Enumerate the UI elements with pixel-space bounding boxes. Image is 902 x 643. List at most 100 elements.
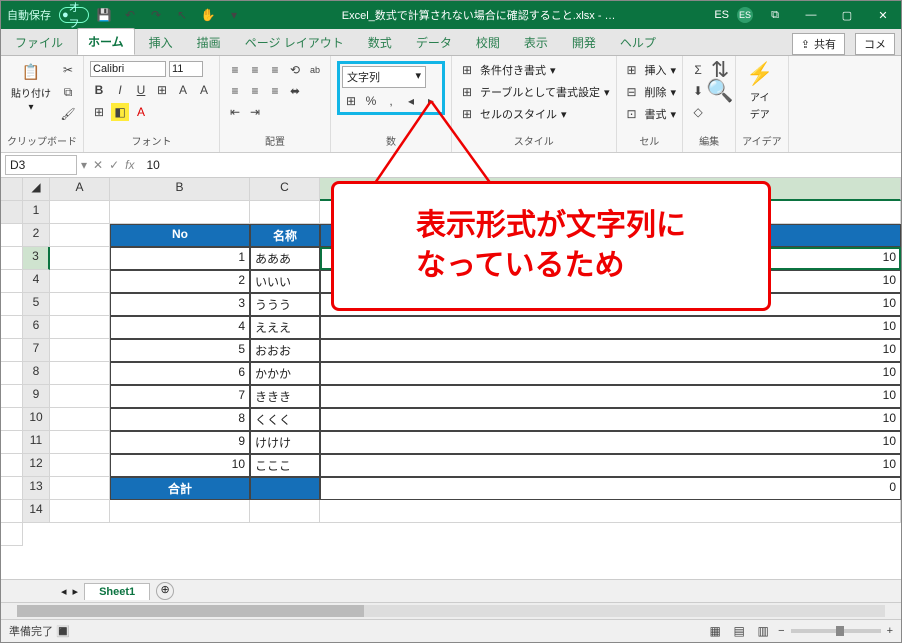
row-header-12[interactable]: 12 xyxy=(23,454,50,477)
cell-no-8[interactable]: 8 xyxy=(110,408,250,431)
user-avatar[interactable]: ES xyxy=(737,7,753,23)
view-normal-icon[interactable]: ▦ xyxy=(706,622,724,640)
cell-A9[interactable] xyxy=(50,385,110,408)
format-cells-button[interactable]: ⊡書式▾ xyxy=(623,105,677,123)
fx-icon[interactable]: fx xyxy=(125,158,134,172)
cell-qty-5[interactable]: 10 xyxy=(320,339,901,362)
cell-rest-3[interactable] xyxy=(1,270,23,293)
align-left-icon[interactable]: ≡ xyxy=(226,82,244,100)
orientation-icon[interactable]: ⟲ xyxy=(286,61,304,79)
cell-name-1[interactable]: あああ xyxy=(250,247,320,270)
formula-input[interactable]: 10 xyxy=(141,156,902,174)
bold-button[interactable]: B xyxy=(90,81,108,99)
close-button[interactable]: ✕ xyxy=(869,9,897,22)
row-header-13[interactable]: 13 xyxy=(23,477,50,500)
cell-A7[interactable] xyxy=(50,339,110,362)
cell-rest-9[interactable] xyxy=(1,408,23,431)
comment-button[interactable]: コメ xyxy=(855,33,895,55)
column-header-A[interactable]: A xyxy=(50,178,110,201)
row-header-3[interactable]: 3 xyxy=(23,247,50,270)
paste-dropdown-icon[interactable]: ▾ xyxy=(28,102,33,113)
conditional-format-button[interactable]: ⊞条件付き書式▾ xyxy=(458,61,556,79)
add-sheet-button[interactable]: ⊕ xyxy=(156,582,174,600)
row-header-5[interactable]: 5 xyxy=(23,293,50,316)
cell-name-4[interactable]: えええ xyxy=(250,316,320,339)
sheet-nav-first-icon[interactable]: ◂ xyxy=(61,585,67,598)
tab-data[interactable]: データ xyxy=(406,30,462,55)
cell-rest-5[interactable] xyxy=(1,316,23,339)
sheet-tab-active[interactable]: Sheet1 xyxy=(84,583,150,600)
row-header-1[interactable]: 1 xyxy=(23,201,50,224)
cell-B14[interactable] xyxy=(110,500,250,523)
cell-name-3[interactable]: ううう xyxy=(250,293,320,316)
align-top-icon[interactable]: ≡ xyxy=(226,61,244,79)
format-painter-icon[interactable]: 🖌 xyxy=(59,105,77,123)
cell-rest-2[interactable] xyxy=(1,247,23,270)
zoom-slider[interactable] xyxy=(791,629,881,633)
insert-cells-button[interactable]: ⊞挿入▾ xyxy=(623,61,677,79)
record-macro-icon[interactable]: 🔳 xyxy=(56,626,70,638)
ideas-button[interactable]: ⚡ アイ デア xyxy=(742,61,777,121)
cell-rest-8[interactable] xyxy=(1,385,23,408)
cell-C14[interactable] xyxy=(250,500,320,523)
increase-indent-icon[interactable]: ⇥ xyxy=(246,103,264,121)
zoom-in-button[interactable]: + xyxy=(887,625,893,637)
cell-D14[interactable] xyxy=(320,500,901,523)
align-middle-icon[interactable]: ≡ xyxy=(246,61,264,79)
row-header-4[interactable]: 4 xyxy=(23,270,50,293)
font-color-icon[interactable]: A xyxy=(132,103,150,121)
tab-pagelayout[interactable]: ページ レイアウト xyxy=(235,30,354,55)
name-box[interactable]: D3 xyxy=(5,155,77,175)
row-header-6[interactable]: 6 xyxy=(23,316,50,339)
undo-icon[interactable]: ↶ xyxy=(121,6,139,24)
tab-view[interactable]: 表示 xyxy=(514,30,558,55)
delete-cells-button[interactable]: ⊟削除▾ xyxy=(623,83,677,101)
table-total-value[interactable]: 0 xyxy=(320,477,901,500)
cell-no-1[interactable]: 1 xyxy=(110,247,250,270)
cell-qty-7[interactable]: 10 xyxy=(320,385,901,408)
row-header-8[interactable]: 8 xyxy=(23,362,50,385)
cell-C1[interactable] xyxy=(250,201,320,224)
underline-button[interactable]: U xyxy=(132,81,150,99)
tab-file[interactable]: ファイル xyxy=(5,30,73,55)
enter-icon[interactable]: ✓ xyxy=(109,158,119,172)
column-header-B[interactable]: B xyxy=(110,178,250,201)
cell-no-10[interactable]: 10 xyxy=(110,454,250,477)
cell-name-7[interactable]: ききき xyxy=(250,385,320,408)
row-header-9[interactable]: 9 xyxy=(23,385,50,408)
comma-icon[interactable]: , xyxy=(382,92,400,110)
fill-color-icon[interactable]: ◧ xyxy=(111,103,129,121)
cell-A2[interactable] xyxy=(50,224,110,247)
cell-qty-6[interactable]: 10 xyxy=(320,362,901,385)
cell-qty-8[interactable]: 10 xyxy=(320,408,901,431)
accounting-icon[interactable]: ⊞ xyxy=(342,92,360,110)
font-size-select[interactable]: 11 xyxy=(169,61,203,77)
font-name-select[interactable]: Calibri xyxy=(90,61,166,77)
cell-no-2[interactable]: 2 xyxy=(110,270,250,293)
cell-rest-4[interactable] xyxy=(1,293,23,316)
share-button[interactable]: ⇪共有 xyxy=(792,33,845,55)
cancel-icon[interactable]: ✕ xyxy=(93,158,103,172)
cell-name-8[interactable]: くくく xyxy=(250,408,320,431)
cell-A11[interactable] xyxy=(50,431,110,454)
save-icon[interactable]: 💾 xyxy=(95,6,113,24)
autosum-icon[interactable]: Σ xyxy=(689,61,707,79)
select-all-button[interactable] xyxy=(1,178,23,201)
table-total-label-c[interactable] xyxy=(250,477,320,500)
maximize-button[interactable]: ▢ xyxy=(833,9,861,22)
cell-A14[interactable] xyxy=(50,500,110,523)
cell-rest-10[interactable] xyxy=(1,431,23,454)
row-header-10[interactable]: 10 xyxy=(23,408,50,431)
cell-name-9[interactable]: けけけ xyxy=(250,431,320,454)
pointer-icon[interactable]: ↖ xyxy=(173,6,191,24)
merge-icon[interactable]: ⬌ xyxy=(286,82,304,100)
percent-icon[interactable]: % xyxy=(362,92,380,110)
paste-button[interactable]: 📋 貼り付け ▾ xyxy=(7,61,55,113)
view-pagelayout-icon[interactable]: ▤ xyxy=(730,622,748,640)
tab-developer[interactable]: 開発 xyxy=(562,30,606,55)
decrease-decimal-icon[interactable]: ▸ xyxy=(422,92,440,110)
autosave-toggle[interactable]: ● オフ xyxy=(59,7,89,23)
cell-A13[interactable] xyxy=(50,477,110,500)
tab-review[interactable]: 校閲 xyxy=(466,30,510,55)
align-center-icon[interactable]: ≡ xyxy=(246,82,264,100)
